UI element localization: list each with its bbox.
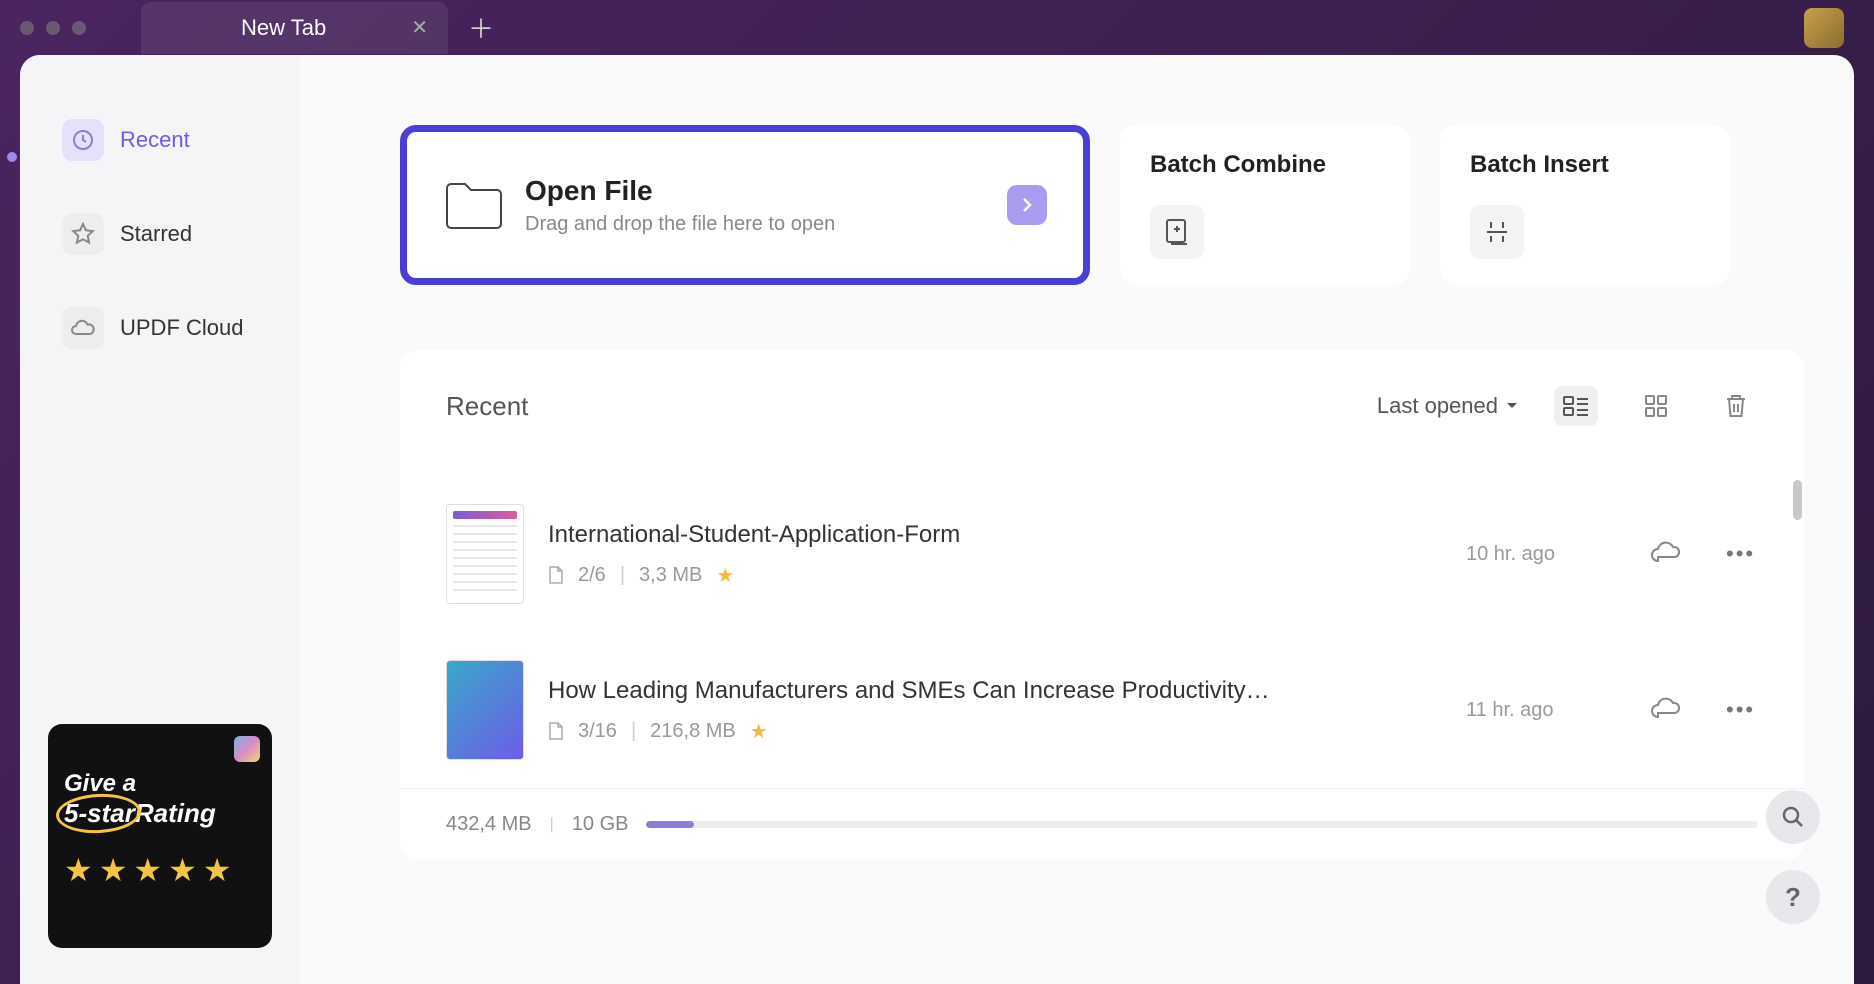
open-file-arrow-button[interactable]: [1007, 185, 1047, 225]
trash-icon: [1724, 393, 1748, 419]
file-row[interactable]: How Leading Manufacturers and SMEs Can I…: [446, 632, 1758, 788]
file-name: International-Student-Application-Form: [548, 521, 1442, 549]
tab-new[interactable]: New Tab ✕: [141, 2, 448, 54]
sort-label: Last opened: [1377, 393, 1498, 419]
storage-progress-track: [646, 821, 1758, 828]
file-more-button[interactable]: •••: [1726, 541, 1758, 567]
tab-close-icon[interactable]: ✕: [411, 15, 428, 40]
scrollbar-thumb[interactable]: [1793, 480, 1802, 520]
sidebar-item-label: UPDF Cloud: [120, 315, 243, 341]
titlebar: New Tab ✕ ＋: [0, 0, 1874, 55]
document-icon: [548, 721, 564, 741]
open-file-title: Open File: [525, 175, 985, 207]
document-icon: [548, 565, 564, 585]
tab-title: New Tab: [241, 15, 326, 41]
sidebar-item-cloud[interactable]: UPDF Cloud: [50, 293, 280, 363]
starred-icon[interactable]: ★: [750, 719, 768, 744]
batch-combine-title: Batch Combine: [1150, 151, 1380, 179]
file-info: How Leading Manufacturers and SMEs Can I…: [548, 677, 1442, 744]
file-row[interactable]: International-Student-Application-Form 2…: [446, 476, 1758, 632]
sidebar-item-label: Recent: [120, 127, 190, 153]
delete-button[interactable]: [1714, 386, 1758, 426]
starred-icon[interactable]: ★: [716, 563, 734, 588]
grid-view-icon: [1644, 394, 1668, 418]
meta-separator: |: [620, 564, 625, 587]
star-icon: ★: [168, 851, 197, 889]
star-icon: ★: [203, 851, 232, 889]
batch-combine-icon: [1150, 205, 1204, 259]
content-area: Open File Drag and drop the file here to…: [300, 55, 1854, 984]
recent-controls: Last opened: [1377, 386, 1758, 426]
recent-section: Recent Last opened: [400, 350, 1804, 860]
open-file-subtitle: Drag and drop the file here to open: [525, 213, 985, 236]
batch-insert-title: Batch Insert: [1470, 151, 1700, 179]
chevron-down-icon: [1506, 402, 1518, 410]
file-time: 10 hr. ago: [1466, 543, 1606, 566]
list-view-icon: [1563, 396, 1589, 416]
storage-progress-fill: [646, 821, 694, 828]
storage-total: 10 GB: [572, 813, 629, 836]
active-indicator-dot: [7, 152, 17, 162]
file-thumbnail: [446, 504, 524, 604]
rating-stars: ★★★★★: [64, 851, 256, 889]
sidebar-item-label: Starred: [120, 221, 192, 247]
recent-header: Recent Last opened: [400, 386, 1804, 426]
file-more-button[interactable]: •••: [1726, 697, 1758, 723]
batch-combine-card[interactable]: Batch Combine: [1120, 125, 1410, 285]
cloud-sync-icon[interactable]: [1650, 541, 1682, 568]
sidebar-item-starred[interactable]: Starred: [50, 199, 280, 269]
list-view-button[interactable]: [1554, 386, 1598, 426]
cloud-sync-icon[interactable]: [1650, 697, 1682, 724]
help-fab[interactable]: ?: [1766, 870, 1820, 924]
app-badge-icon: [1804, 8, 1844, 48]
star-icon: ★: [99, 851, 128, 889]
rating-logo-icon: [234, 736, 260, 762]
file-time: 11 hr. ago: [1466, 699, 1606, 722]
grid-view-button[interactable]: [1634, 386, 1678, 426]
open-file-texts: Open File Drag and drop the file here to…: [525, 175, 985, 236]
file-list: International-Student-Application-Form 2…: [400, 476, 1804, 788]
top-cards-row: Open File Drag and drop the file here to…: [400, 125, 1804, 285]
file-thumbnail: [446, 660, 524, 760]
recent-section-title: Recent: [446, 391, 528, 422]
file-info: International-Student-Application-Form 2…: [548, 521, 1442, 588]
cloud-icon: [62, 307, 104, 349]
batch-insert-icon: [1470, 205, 1524, 259]
window-controls: [20, 21, 86, 35]
close-window-button[interactable]: [20, 21, 34, 35]
file-meta: 2/6 | 3,3 MB ★: [548, 563, 1442, 588]
rating-line2: 5-starRating: [64, 798, 256, 829]
clock-icon: [62, 119, 104, 161]
search-fab[interactable]: [1766, 790, 1820, 844]
help-icon: ?: [1785, 882, 1801, 913]
file-pages: 2/6: [578, 564, 606, 587]
open-file-card[interactable]: Open File Drag and drop the file here to…: [400, 125, 1090, 285]
storage-separator: |: [550, 816, 554, 834]
main-window: Recent Starred UPDF Cloud Open File Dra: [20, 55, 1854, 984]
storage-used: 432,4 MB: [446, 813, 532, 836]
storage-bar: 432,4 MB | 10 GB: [400, 788, 1804, 860]
sidebar-item-recent[interactable]: Recent: [50, 105, 280, 175]
new-tab-button[interactable]: ＋: [468, 9, 494, 46]
meta-separator: |: [631, 720, 636, 743]
file-name: How Leading Manufacturers and SMEs Can I…: [548, 677, 1442, 705]
file-size: 3,3 MB: [639, 564, 702, 587]
batch-insert-card[interactable]: Batch Insert: [1440, 125, 1730, 285]
rating-promo-card[interactable]: Give a 5-starRating ★★★★★: [48, 724, 272, 948]
file-meta: 3/16 | 216,8 MB ★: [548, 719, 1442, 744]
search-icon: [1781, 805, 1805, 829]
maximize-window-button[interactable]: [72, 21, 86, 35]
star-icon: [62, 213, 104, 255]
sort-dropdown[interactable]: Last opened: [1377, 393, 1518, 419]
star-icon: ★: [64, 851, 93, 889]
file-size: 216,8 MB: [650, 720, 736, 743]
star-icon: ★: [133, 851, 162, 889]
folder-icon: [443, 178, 503, 232]
minimize-window-button[interactable]: [46, 21, 60, 35]
file-pages: 3/16: [578, 720, 617, 743]
